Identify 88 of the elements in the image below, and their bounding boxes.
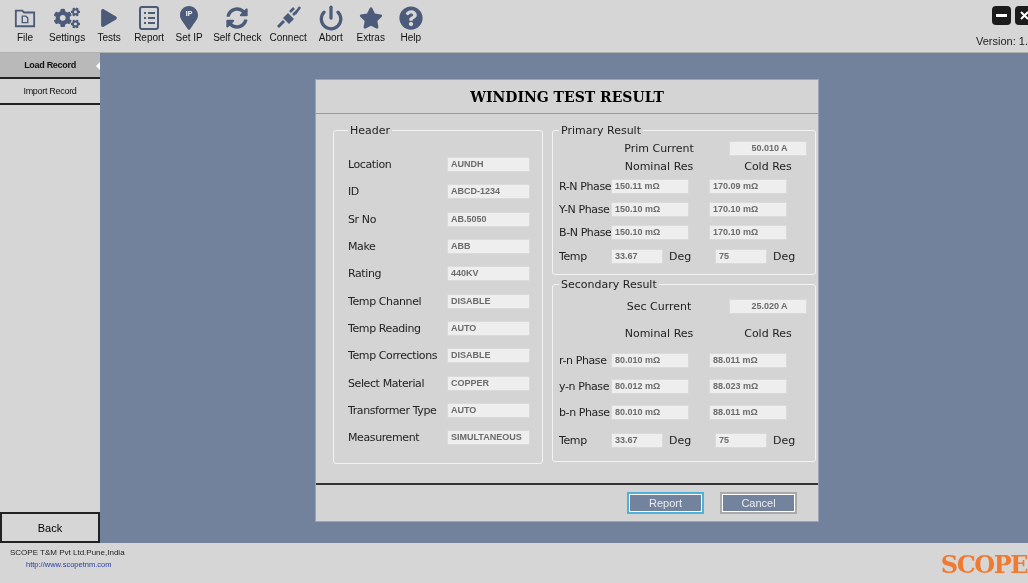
value-field: AUTO bbox=[447, 402, 530, 418]
sync-icon bbox=[226, 7, 249, 29]
toolbar-button[interactable]: Self Check bbox=[210, 0, 265, 52]
minimize-icon bbox=[996, 14, 1007, 17]
current-field: 50.010 A bbox=[729, 140, 807, 156]
nominal-res-field: 80.010 mΩ bbox=[611, 352, 689, 368]
plug-icon bbox=[275, 6, 302, 30]
field-label: Make bbox=[348, 240, 377, 254]
nominal-res-field: 150.10 mΩ bbox=[611, 202, 689, 217]
field-label: Temp Corrections bbox=[348, 349, 439, 363]
column-header: Nominal Res bbox=[623, 159, 695, 173]
sidebar-item[interactable]: Load Record bbox=[0, 53, 100, 79]
value-field: SIMULTANEOUS bbox=[447, 430, 530, 446]
group-title: Header bbox=[349, 124, 392, 137]
unit-label: Deg bbox=[668, 433, 693, 447]
play-icon bbox=[100, 9, 119, 27]
phase-label: b-n Phase bbox=[559, 405, 611, 419]
phase-label: y-n Phase bbox=[559, 379, 610, 393]
cold-res-field: 88.011 mΩ bbox=[709, 352, 787, 368]
field-label: Temp Channel bbox=[348, 294, 423, 308]
nominal-res-field: 80.010 mΩ bbox=[611, 404, 689, 420]
phase-label: R-N Phase bbox=[559, 180, 611, 193]
back-button[interactable]: Back bbox=[0, 512, 100, 543]
value-field: AUNDH bbox=[447, 157, 530, 173]
cold-res-field: 88.011 mΩ bbox=[709, 404, 787, 420]
value-field: ABCD-1234 bbox=[447, 184, 530, 200]
field-label: Transformer Type bbox=[348, 403, 438, 417]
star-icon bbox=[358, 6, 383, 30]
value-field: AUTO bbox=[447, 320, 530, 336]
nominal-res-field: 80.012 mΩ bbox=[611, 378, 689, 394]
minimize-button[interactable] bbox=[992, 6, 1011, 25]
temp-field: 33.67 bbox=[611, 248, 663, 264]
unit-label: Deg bbox=[668, 249, 693, 263]
column-header: Nominal Res bbox=[623, 326, 695, 340]
field-label: Rating bbox=[348, 267, 383, 281]
group-title: Primary Result bbox=[560, 124, 642, 137]
toolbar-button[interactable]: Connect bbox=[266, 0, 310, 52]
phase-label: B-N Phase bbox=[559, 226, 611, 239]
temp-field: 75 bbox=[715, 432, 767, 448]
field-label: ID bbox=[348, 185, 360, 199]
value-field: DISABLE bbox=[447, 348, 530, 364]
folder-icon bbox=[14, 7, 36, 29]
gears-icon bbox=[54, 5, 81, 31]
unit-label: Deg bbox=[772, 433, 797, 447]
current-label: Sec Current bbox=[625, 299, 693, 313]
temp-field: 75 bbox=[715, 248, 767, 264]
value-field: DISABLE bbox=[447, 293, 530, 309]
temp-field: 33.67 bbox=[611, 432, 663, 448]
value-field: COPPER bbox=[447, 375, 530, 391]
toolbar-button[interactable]: Settings bbox=[46, 0, 89, 52]
temp-label: Temp bbox=[559, 249, 588, 263]
version-label: Version: 1. bbox=[976, 35, 1028, 47]
field-label: Sr No bbox=[348, 212, 377, 226]
field-label: Select Material bbox=[348, 376, 426, 390]
value-field: AB.5050 bbox=[447, 211, 530, 227]
list-icon bbox=[138, 6, 161, 30]
toolbar-button[interactable]: Tests bbox=[90, 0, 129, 52]
unit-label: Deg bbox=[772, 249, 797, 263]
company-label: SCOPE T&M Pvt Ltd.Pune,India bbox=[10, 548, 125, 557]
help-icon bbox=[398, 6, 423, 30]
field-label: Temp Reading bbox=[348, 321, 422, 335]
toolbar-button[interactable]: Report bbox=[130, 0, 169, 52]
phase-label: r-n Phase bbox=[559, 353, 608, 367]
nominal-res-field: 150.10 mΩ bbox=[611, 225, 689, 240]
current-field: 25.020 A bbox=[729, 298, 807, 314]
toolbar-button[interactable]: File bbox=[6, 0, 44, 52]
cold-res-field: 170.10 mΩ bbox=[709, 202, 787, 217]
cold-res-field: 88.023 mΩ bbox=[709, 378, 787, 394]
nominal-res-field: 150.11 mΩ bbox=[611, 179, 689, 194]
group-title: Secondary Result bbox=[560, 278, 658, 291]
cold-res-field: 170.09 mΩ bbox=[709, 179, 787, 194]
close-icon bbox=[1020, 11, 1028, 20]
temp-label: Temp bbox=[559, 433, 588, 447]
value-field: 440KV bbox=[447, 266, 530, 282]
toolbar-button[interactable]: Extras bbox=[351, 0, 390, 52]
toolbar-button[interactable]: Help bbox=[391, 0, 430, 52]
toolbar-button[interactable]: Abort bbox=[311, 0, 350, 52]
field-label: Measurement bbox=[348, 431, 421, 445]
column-header: Cold Res bbox=[743, 159, 793, 173]
value-field: ABB bbox=[447, 239, 530, 255]
power-icon bbox=[317, 5, 344, 31]
phase-label: Y-N Phase bbox=[559, 203, 611, 216]
field-label: Location bbox=[348, 158, 393, 172]
current-label: Prim Current bbox=[623, 141, 695, 155]
logo: SCOPE bbox=[940, 550, 1027, 579]
cold-res-field: 170.10 mΩ bbox=[709, 225, 787, 240]
column-header: Cold Res bbox=[743, 326, 793, 340]
dialog-title: WINDING TEST RESULT bbox=[316, 80, 818, 114]
